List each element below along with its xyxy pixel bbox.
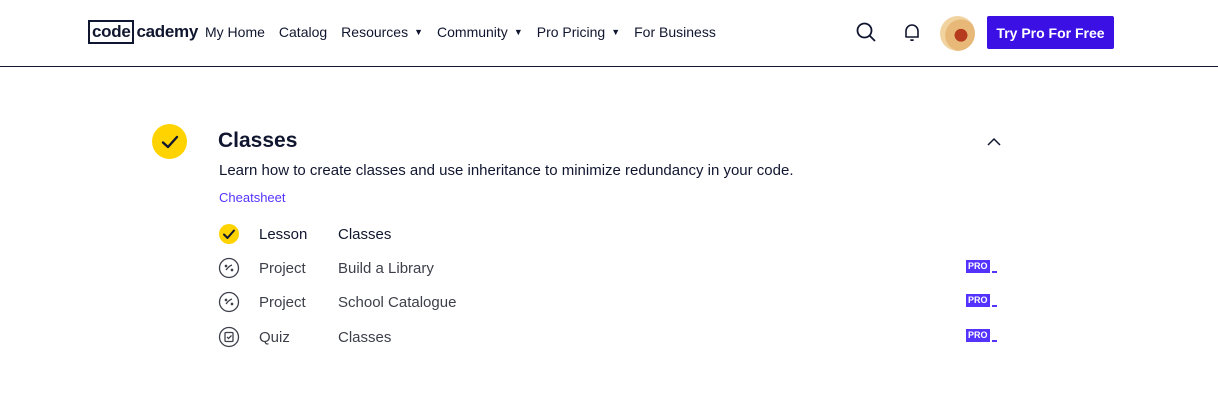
try-pro-button[interactable]: Try Pro For Free: [987, 16, 1114, 49]
content-item-project[interactable]: Project School Catalogue PRO: [218, 289, 1003, 315]
pro-badge: PRO: [966, 260, 997, 273]
pro-label: PRO: [966, 260, 990, 273]
nav-resources[interactable]: Resources ▼: [341, 22, 423, 42]
cheatsheet-link[interactable]: Cheatsheet: [219, 190, 286, 205]
pro-badge: PRO: [966, 294, 997, 307]
nav-my-home[interactable]: My Home: [205, 22, 265, 42]
pro-badge: PRO: [966, 329, 997, 342]
main-nav: My Home Catalog Resources ▼ Community ▼ …: [205, 22, 730, 42]
content-item-project[interactable]: Project Build a Library PRO: [218, 255, 1003, 281]
user-avatar[interactable]: [940, 16, 975, 51]
item-name: School Catalogue: [338, 293, 457, 311]
project-icon: [218, 257, 240, 279]
item-type: Project: [259, 259, 306, 277]
nav-label: For Business: [634, 24, 716, 40]
pro-underscore: [991, 340, 997, 342]
nav-for-business[interactable]: For Business: [634, 22, 716, 42]
item-type: Quiz: [259, 328, 290, 346]
logo-code-box: code: [88, 20, 135, 44]
nav-label: Pro Pricing: [536, 24, 606, 40]
nav-pro-pricing[interactable]: Pro Pricing ▼: [537, 22, 620, 42]
chevron-down-icon: ▼: [611, 27, 621, 37]
top-navigation-bar: code cademy My Home Catalog Resources ▼ …: [0, 0, 1218, 67]
search-icon[interactable]: [854, 20, 878, 44]
item-type: Lesson: [259, 225, 308, 243]
project-icon: [218, 291, 240, 313]
pro-label: PRO: [966, 329, 990, 342]
logo-text: cademy: [136, 22, 199, 41]
nav-label: My Home: [205, 24, 265, 40]
module-description: Learn how to create classes and use inhe…: [219, 162, 794, 179]
nav-label: Catalog: [278, 24, 328, 40]
nav-catalog[interactable]: Catalog: [279, 22, 327, 42]
content-item-quiz[interactable]: Quiz Classes PRO: [218, 324, 1003, 350]
chevron-up-icon[interactable]: [983, 131, 1005, 153]
module-title: Classes: [218, 129, 298, 152]
nav-label: Resources: [341, 24, 409, 40]
pro-underscore: [991, 305, 997, 307]
item-name: Build a Library: [338, 259, 434, 277]
module-completed-check-icon: [152, 124, 187, 159]
codecademy-logo[interactable]: code cademy: [88, 20, 198, 44]
check-circle-icon: [218, 223, 240, 245]
item-name: Classes: [338, 225, 392, 243]
chevron-down-icon: ▼: [513, 27, 523, 37]
pro-label: PRO: [966, 294, 990, 307]
nav-community[interactable]: Community ▼: [437, 22, 523, 42]
content-item-lesson[interactable]: Lesson Classes: [218, 221, 1003, 247]
quiz-icon: [218, 326, 240, 348]
item-name: Classes: [338, 328, 392, 346]
item-type: Project: [259, 293, 306, 311]
pro-underscore: [991, 271, 997, 273]
notification-bell-icon[interactable]: [900, 20, 924, 44]
nav-label: Community: [437, 24, 508, 40]
chevron-down-icon: ▼: [414, 27, 424, 37]
